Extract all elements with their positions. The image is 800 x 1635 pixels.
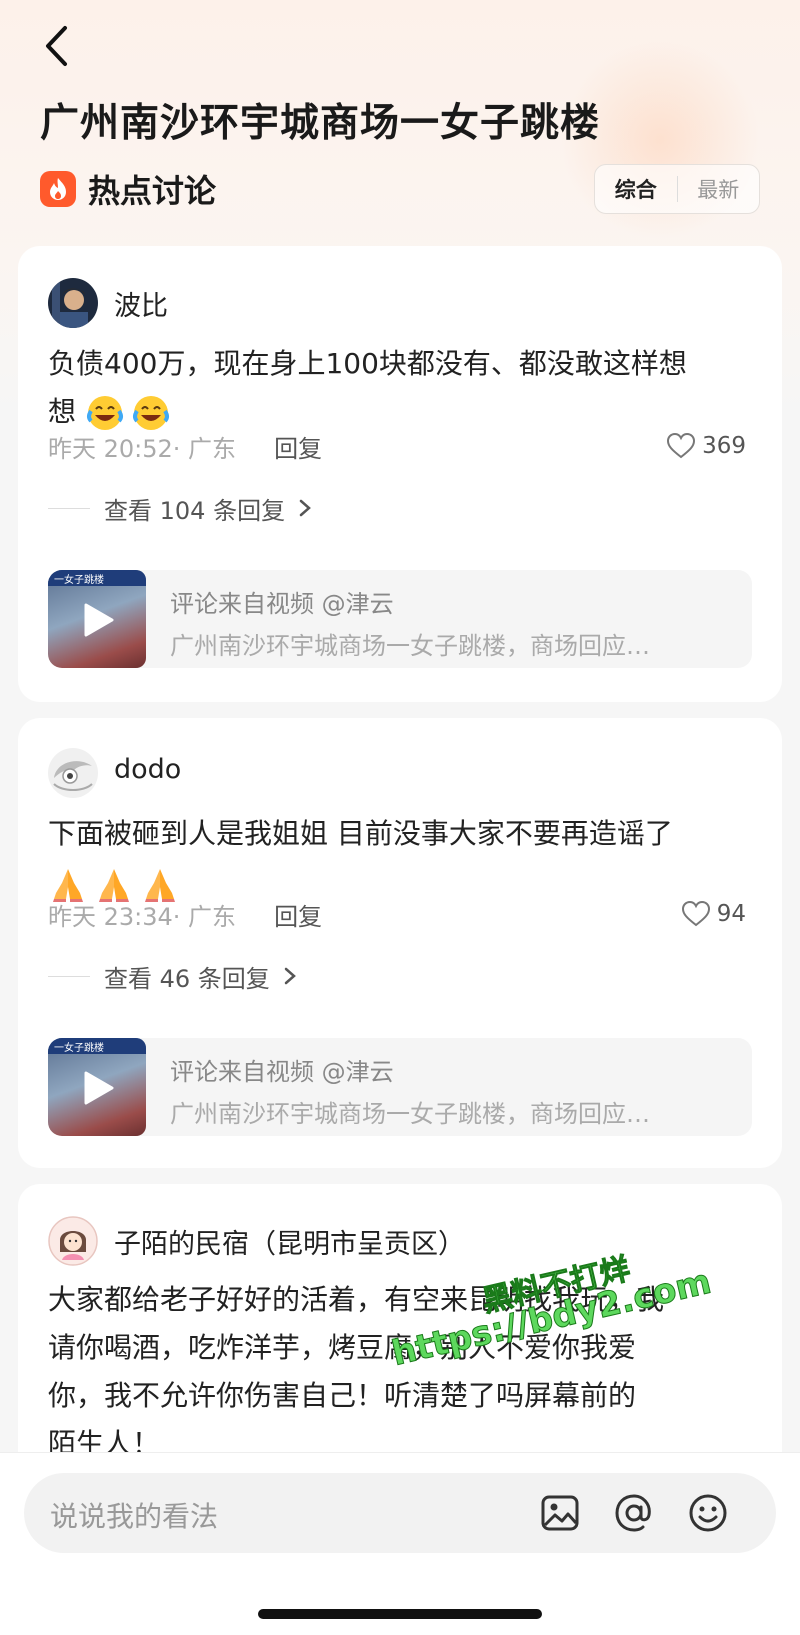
- sort-option-latest[interactable]: 最新: [678, 174, 760, 204]
- sort-option-comprehensive[interactable]: 综合: [595, 174, 677, 204]
- hot-discussion-header: 热点讨论: [40, 166, 216, 212]
- chevron-left-icon: [46, 26, 67, 66]
- play-icon: [84, 1071, 114, 1105]
- input-placeholder: 说说我的看法: [50, 1500, 219, 1533]
- image-icon[interactable]: [538, 1491, 582, 1535]
- reply-button[interactable]: 回复: [274, 429, 322, 464]
- comment-time: 昨天 20:52· 广东: [48, 434, 237, 463]
- video-source-label: 评论来自视频 @津云: [170, 1058, 394, 1086]
- comment-input-bar: 说说我的看法: [0, 1452, 800, 1635]
- comment-time: 昨天 23:34· 广东: [48, 902, 237, 931]
- like-count: 369: [702, 433, 746, 459]
- chevron-right-icon: [284, 967, 296, 985]
- sort-toggle: 综合 最新: [594, 164, 760, 214]
- like-button[interactable]: 369: [666, 426, 746, 466]
- thumbnail-banner-text: 一女子跳楼: [54, 575, 104, 586]
- like-button[interactable]: 94: [681, 894, 746, 934]
- divider: [48, 507, 90, 509]
- home-indicator: [258, 1609, 542, 1619]
- view-replies-button[interactable]: 查看 46 条回复: [48, 956, 298, 996]
- video-source-card[interactable]: 一女子跳楼 评论来自视频 @津云 广州南沙环宇城商场一女子跳楼，商场回应…: [48, 1038, 752, 1136]
- page-title: 广州南沙环宇城商场一女子跳楼: [40, 101, 601, 146]
- avatar[interactable]: [48, 748, 98, 798]
- comment-body: 负债400万，现在身上100块都没有、都没敢这样想: [48, 347, 687, 380]
- heart-icon: [667, 432, 696, 459]
- avatar[interactable]: [48, 1216, 98, 1266]
- video-source-card[interactable]: 一女子跳楼 评论来自视频 @津云 广州南沙环宇城商场一女子跳楼，商场回应…: [48, 570, 752, 668]
- view-replies-button[interactable]: 查看 104 条回复: [48, 488, 313, 528]
- comment-text: 负债400万，现在身上100块都没有、都没敢这样想 想: [48, 340, 748, 436]
- comment-text: 下面被砸到人是我姐姐 目前没事大家不要再造谣了: [48, 810, 748, 906]
- username[interactable]: 波比: [114, 284, 168, 323]
- view-replies-label: 查看 46 条回复: [104, 964, 270, 993]
- video-description: 广州南沙环宇城商场一女子跳楼，商场回应…: [170, 1100, 650, 1128]
- play-icon: [84, 603, 114, 637]
- reply-button[interactable]: 回复: [274, 897, 322, 932]
- comment-overflow: 想: [48, 395, 77, 428]
- comment-meta: 昨天 20:52· 广东 回复: [48, 426, 322, 466]
- avatar[interactable]: [48, 278, 98, 328]
- comment-body: 下面被砸到人是我姐姐 目前没事大家不要再造谣了: [48, 817, 673, 850]
- comment-input[interactable]: 说说我的看法: [24, 1473, 776, 1553]
- username[interactable]: dodo: [114, 754, 181, 785]
- like-count: 94: [716, 901, 746, 927]
- video-source-label: 评论来自视频 @津云: [170, 590, 394, 618]
- chevron-right-icon: [299, 499, 311, 517]
- comment-card: dodo 下面被砸到人是我姐姐 目前没事大家不要再造谣了 昨天 23:34· 广…: [18, 718, 782, 1168]
- mention-icon[interactable]: [612, 1491, 656, 1535]
- emoji-picker-icon[interactable]: [686, 1491, 730, 1535]
- back-button[interactable]: [36, 22, 76, 70]
- video-description: 广州南沙环宇城商场一女子跳楼，商场回应…: [170, 632, 650, 660]
- flame-icon: [40, 171, 76, 207]
- username[interactable]: 子陌的民宿（昆明市呈贡区）: [114, 1222, 465, 1261]
- thumbnail-banner-text: 一女子跳楼: [54, 1043, 104, 1054]
- comment-card: 波比 负债400万，现在身上100块都没有、都没敢这样想 想 昨天 20:52·…: [18, 246, 782, 702]
- heart-icon: [681, 900, 710, 927]
- video-thumbnail: 一女子跳楼: [48, 1038, 146, 1136]
- comment-meta: 昨天 23:34· 广东 回复: [48, 894, 322, 934]
- divider: [48, 975, 90, 977]
- video-thumbnail: 一女子跳楼: [48, 570, 146, 668]
- section-label: 热点讨论: [88, 172, 217, 210]
- view-replies-label: 查看 104 条回复: [104, 496, 286, 525]
